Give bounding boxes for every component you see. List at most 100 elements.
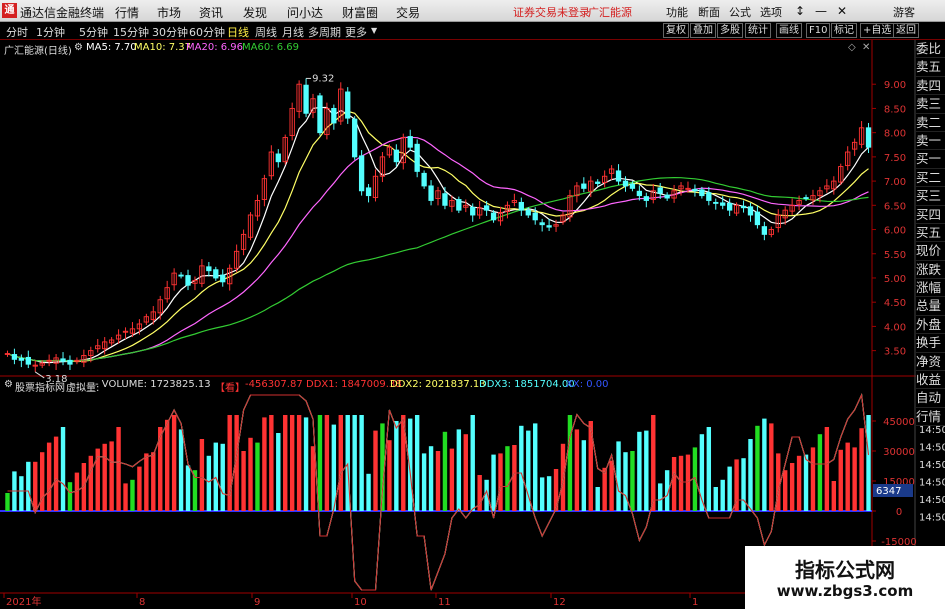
side-panel-item[interactable]: 收益 [916, 371, 945, 390]
volume-bar [609, 460, 614, 511]
y-tick-label: 4.50 [884, 298, 906, 309]
kline-chart[interactable]: 9.00 8.50 8.00 7.50 7.00 6.50 6.00 5.50 5.00 4.50… [0, 0, 945, 609]
stock-title[interactable]: 广汇能源(日线) [4, 42, 72, 57]
volume-bar [463, 434, 468, 511]
candle-body [470, 206, 476, 216]
side-panel-item[interactable]: 买四 [916, 206, 945, 224]
volume-bar [581, 440, 587, 511]
indicator-name[interactable]: 股票指标网 [15, 379, 65, 394]
side-panel-item[interactable]: 买三 [916, 187, 945, 206]
side-panel-item[interactable]: 委比 [916, 40, 945, 59]
side-panel-item[interactable]: 买一 [916, 150, 945, 169]
volume-bar [130, 479, 135, 511]
volume-bar [428, 446, 434, 511]
candle-body [67, 359, 73, 365]
volume-bar [248, 437, 253, 511]
volume-bar [713, 487, 718, 511]
candle-body [692, 188, 698, 192]
x-tick-label: 12 [553, 597, 566, 608]
candle-body [747, 206, 754, 216]
ma20-line [7, 136, 869, 362]
candle-body [713, 201, 719, 204]
side-panel-item[interactable]: 自动 [916, 389, 945, 408]
volume-bar [769, 423, 774, 511]
side-panel-item[interactable]: 卖四 [916, 77, 945, 96]
candle-body [456, 199, 462, 211]
side-panel-item[interactable]: 外盘 [916, 316, 945, 335]
volume-bar [616, 441, 621, 511]
side-panel-item[interactable]: 卖二 [916, 114, 945, 132]
volume-bar [546, 476, 552, 511]
ma20-label: MA20: 6.96 [186, 42, 244, 53]
volume-bar [33, 461, 38, 511]
x-tick-label: 8 [139, 597, 145, 608]
volume-bar [685, 454, 691, 511]
volume-bar [164, 419, 170, 511]
side-panel-item[interactable]: 涨跌 [916, 261, 945, 280]
volume-bar [845, 442, 850, 511]
candle-body [303, 84, 309, 114]
volume-bar [421, 453, 427, 511]
side-panel-item[interactable]: 卖三 [916, 95, 945, 114]
candle-body [178, 274, 184, 277]
candle-body [414, 143, 420, 172]
y-tick-label: 7.50 [884, 153, 906, 164]
candle-body [483, 205, 490, 211]
volume-bar [824, 427, 830, 511]
volume-bar [574, 429, 580, 511]
settings-icon-2[interactable]: ⚙ [4, 379, 13, 390]
side-panel-item[interactable]: 净资 [916, 353, 945, 372]
volume-bar [838, 449, 843, 511]
volume-bar [595, 487, 600, 511]
side-panel-item[interactable]: 换手 [916, 334, 945, 353]
vol-tick-label: 0 [896, 507, 902, 518]
volume-bar [310, 446, 316, 511]
candle-body [428, 185, 434, 201]
volume-bar [414, 415, 420, 511]
y-tick-label: 5.50 [884, 250, 906, 261]
side-panel-item[interactable]: 买二 [916, 169, 945, 188]
candle-body [595, 181, 601, 184]
volume-bar [567, 415, 573, 511]
volume-bar [539, 477, 545, 511]
x-tick-label: 1 [692, 597, 698, 608]
side-panel-item[interactable]: 总量 [916, 297, 945, 316]
candle-body [407, 136, 413, 148]
side-panel-item[interactable]: 买五 [916, 224, 945, 243]
close-panel-icon[interactable]: ✕ [862, 42, 870, 53]
volume-bar [630, 451, 635, 511]
volume-bar [859, 428, 864, 511]
candle-body [442, 193, 448, 206]
side-panel-item[interactable]: 行情 [916, 408, 945, 427]
volume-bar [623, 452, 628, 511]
candle-body [393, 149, 399, 163]
volume-bar [67, 482, 73, 511]
candle-body [220, 274, 226, 283]
side-panel-item[interactable]: 涨幅 [916, 279, 945, 298]
volume-bar [678, 455, 684, 511]
volume-bar [109, 441, 114, 511]
volume-bar [796, 455, 802, 511]
candle-body [803, 197, 809, 200]
candle-body [726, 202, 733, 211]
expand-icon[interactable]: ◇ [848, 42, 856, 53]
x-tick-label: 9 [254, 597, 260, 608]
side-panel-item[interactable]: 现价 [916, 242, 945, 261]
candle-body [539, 222, 545, 226]
volume-bar [178, 429, 184, 511]
ddx2-label: DDX2: 2021837.13 [390, 379, 486, 390]
side-panel-item[interactable]: 卖一 [916, 132, 945, 151]
volume-bar [185, 465, 191, 511]
y-tick-label: 7.00 [884, 177, 906, 188]
volume-bar [373, 430, 378, 511]
ma10-line [7, 110, 869, 363]
volume-bar [213, 442, 218, 511]
volume-bar [199, 439, 205, 511]
volume-bar [102, 443, 107, 511]
volume-bar [720, 479, 725, 511]
volume-bar [26, 461, 31, 511]
side-panel-item[interactable]: 卖五 [916, 58, 945, 77]
candle-body [581, 183, 587, 189]
settings-icon[interactable]: ⚙ [74, 42, 83, 53]
volume-bar [227, 415, 232, 511]
